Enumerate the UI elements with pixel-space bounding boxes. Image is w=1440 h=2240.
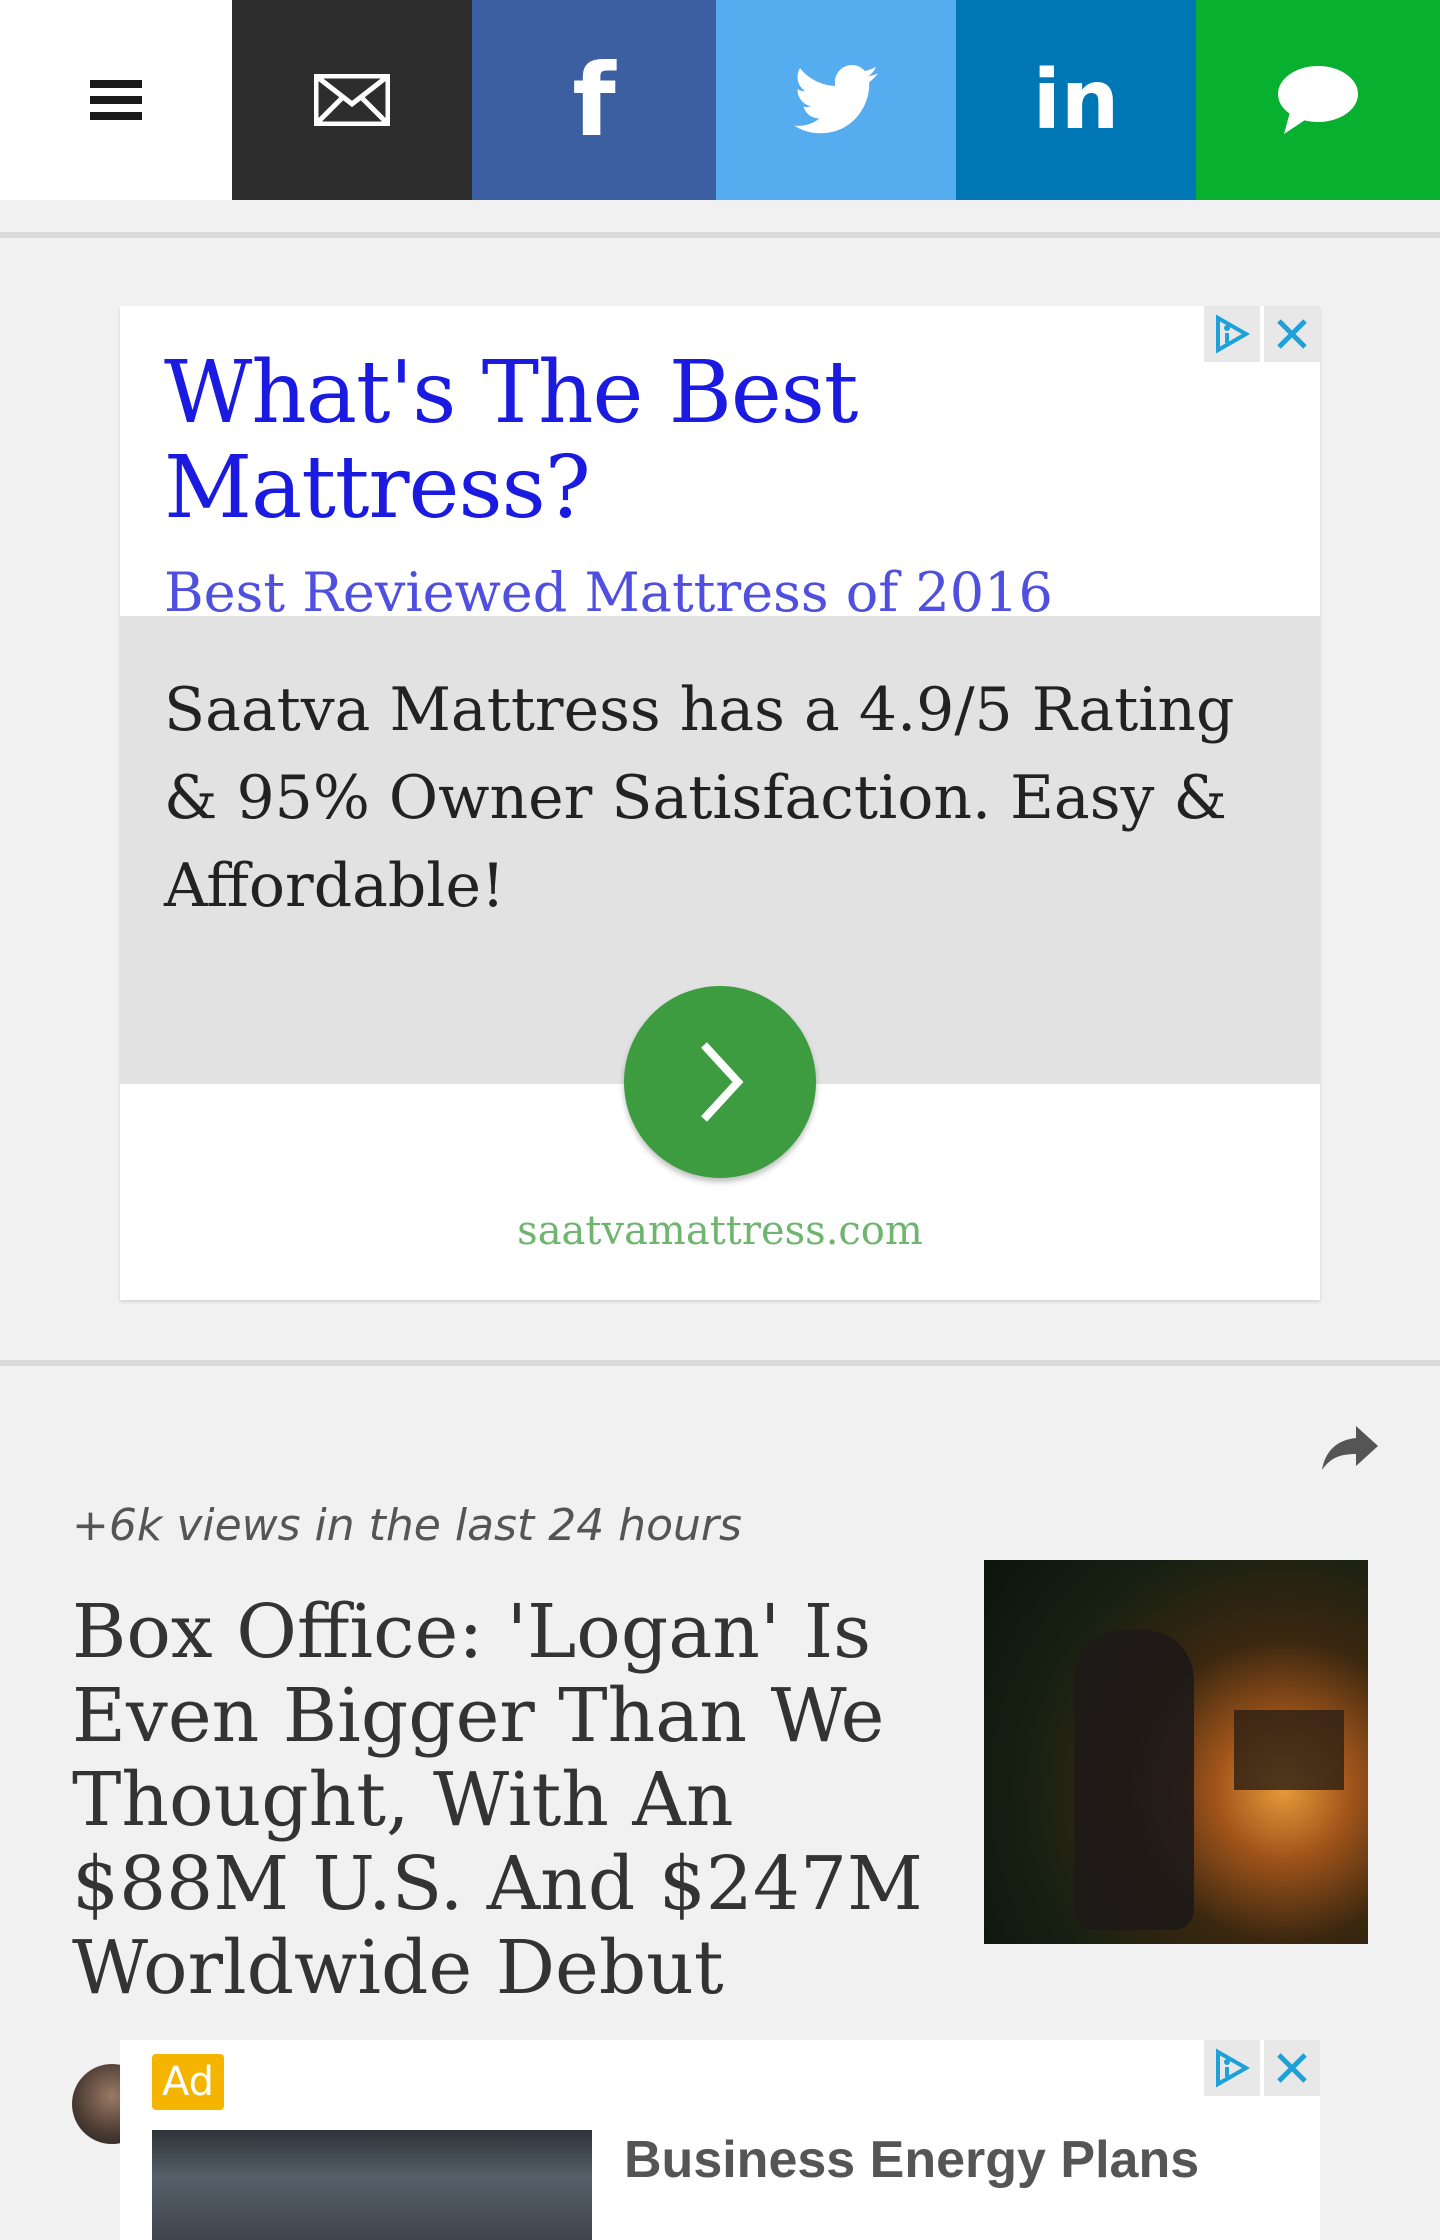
sms-share-button[interactable]	[1196, 0, 1440, 200]
adchoices-icon	[1216, 2048, 1251, 2088]
article-headline[interactable]: Box Office: 'Logan' Is Even Bigger Than …	[72, 1590, 952, 2010]
ad-subtitle: Best Reviewed Mattress of 2016	[164, 561, 1053, 625]
thumbnail-figure	[1074, 1630, 1194, 1930]
ad-description: Saatva Mattress has a 4.9/5 Rating & 95%…	[164, 675, 1235, 921]
email-share-button[interactable]	[232, 0, 472, 200]
ad-choices-controls	[1200, 306, 1320, 362]
adchoices-icon	[1216, 314, 1251, 354]
envelope-icon	[314, 74, 390, 126]
energy-ad[interactable]: Ad Business Energy Plans	[120, 2040, 1320, 2240]
chevron-right-icon	[701, 1042, 744, 1122]
ad-footer: saatvamattress.com	[120, 986, 1320, 1300]
ad-title[interactable]: Business Energy Plans	[624, 2130, 1199, 2190]
ad-choices-controls	[1200, 2040, 1320, 2096]
twitter-share-button[interactable]	[716, 0, 956, 200]
article-thumbnail[interactable]	[984, 1560, 1368, 1944]
linkedin-icon: in	[1032, 52, 1120, 148]
adchoices-button[interactable]	[1204, 306, 1260, 362]
close-icon	[1277, 319, 1307, 349]
ad-image[interactable]	[152, 2130, 592, 2240]
speech-bubble-icon	[1278, 66, 1358, 134]
hamburger-menu-icon	[90, 80, 142, 120]
facebook-icon: f	[572, 41, 616, 159]
ad-badge: Ad	[152, 2054, 225, 2110]
ad-header: What's The Best Mattress? Best Reviewed …	[120, 306, 1320, 625]
twitter-bird-icon	[794, 65, 878, 134]
article-share-button[interactable]	[1320, 1424, 1380, 1476]
close-ad-button[interactable]	[1264, 306, 1320, 362]
facebook-share-button[interactable]: f	[472, 0, 716, 200]
share-bar: f in	[0, 0, 1440, 200]
thumbnail-vehicle	[1234, 1710, 1344, 1790]
ad-title[interactable]: What's The Best Mattress?	[164, 346, 1276, 535]
view-count: +6k views in the last 24 hours	[72, 1500, 742, 1551]
section-divider	[0, 1360, 1440, 1366]
ad-cta-button[interactable]	[624, 986, 816, 1178]
ad-domain[interactable]: saatvamattress.com	[120, 1208, 1320, 1254]
section-divider	[0, 232, 1440, 238]
adchoices-button[interactable]	[1204, 2040, 1260, 2096]
linkedin-share-button[interactable]: in	[956, 0, 1196, 200]
mattress-ad[interactable]: What's The Best Mattress? Best Reviewed …	[120, 306, 1320, 1300]
menu-button[interactable]	[0, 0, 232, 200]
close-icon	[1277, 2053, 1307, 2083]
close-ad-button[interactable]	[1264, 2040, 1320, 2096]
share-arrow-icon	[1322, 1426, 1378, 1470]
